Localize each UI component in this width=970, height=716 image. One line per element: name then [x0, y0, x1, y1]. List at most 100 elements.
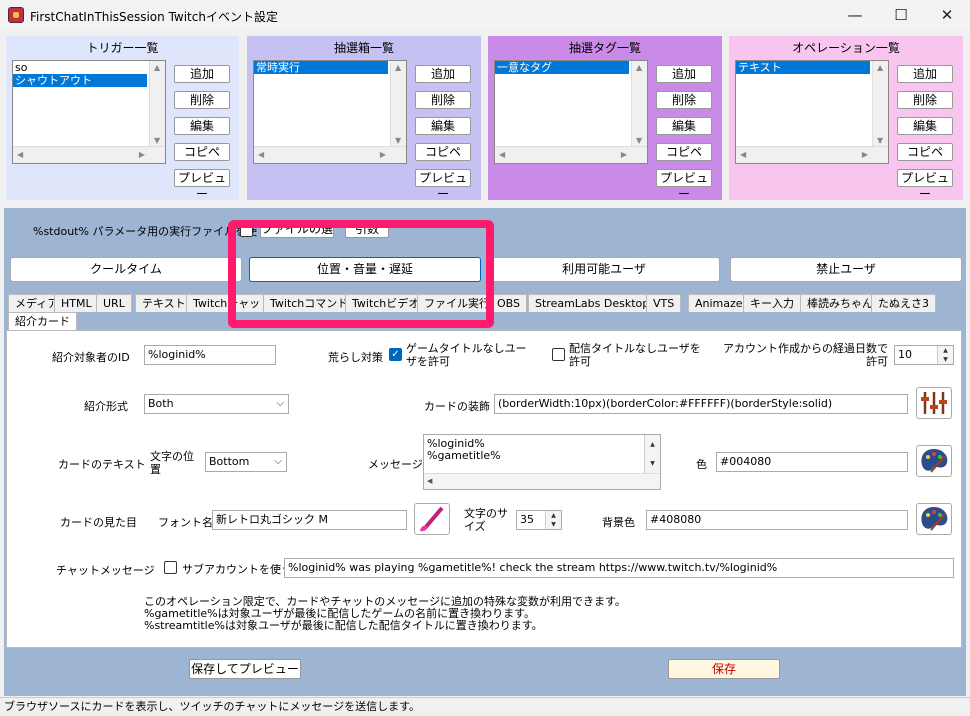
- delete-button[interactable]: 削除: [174, 91, 230, 109]
- panel-title: 抽選タグ一覧: [568, 41, 641, 55]
- color-picker-button[interactable]: [916, 445, 952, 477]
- font-size-label: 文字のサイズ: [464, 507, 508, 533]
- tab-12[interactable]: キー入力: [743, 294, 801, 312]
- no-stream-title-checkbox[interactable]: [552, 348, 565, 361]
- save-button[interactable]: 保存: [668, 659, 780, 679]
- preview-button[interactable]: プレビュー: [174, 169, 230, 201]
- troll-label: 荒らし対策: [328, 351, 383, 364]
- text-position-dropdown[interactable]: Bottom ⌵: [205, 452, 287, 472]
- copy-button[interactable]: コピペ: [174, 143, 230, 161]
- account-age-label: アカウント作成からの経過日数で許可: [723, 342, 888, 368]
- panel-3: オペレーション一覧 テキスト ▲ ▼ ◀ ▶ 追加 削除 編集 コピペ プレビュー: [729, 36, 963, 201]
- tab-intro-card[interactable]: 紹介カード: [8, 312, 77, 331]
- color-input[interactable]: #004080: [716, 452, 908, 472]
- save-preview-button[interactable]: 保存してプレビュー: [189, 659, 301, 679]
- tab-2[interactable]: URL: [96, 294, 132, 312]
- add-button[interactable]: 追加: [174, 65, 230, 83]
- chat-message-input[interactable]: %loginid% was playing %gametitle%! check…: [284, 558, 954, 578]
- scroll-right-icon: ▶: [861, 150, 868, 159]
- copy-button[interactable]: コピペ: [415, 143, 471, 161]
- format-dropdown[interactable]: Both ⌵: [144, 394, 289, 414]
- tab-10[interactable]: VTS: [646, 294, 682, 312]
- vertical-scrollbar[interactable]: ▲ ▼: [631, 61, 647, 147]
- vertical-scrollbar[interactable]: ▲ ▼: [872, 61, 888, 147]
- available-users-button[interactable]: 利用可能ユーザ: [488, 257, 720, 282]
- tab-8[interactable]: OBS: [490, 294, 527, 312]
- status-bar: ブラウザソースにカードを表示し、ツイッチのチャットにメッセージを送信します。: [0, 697, 970, 716]
- tab-3[interactable]: テキスト: [135, 294, 193, 312]
- bg-color-label: 背景色: [602, 516, 635, 529]
- copy-button[interactable]: コピペ: [897, 143, 953, 161]
- tab-9[interactable]: StreamLabs Desktop: [528, 294, 657, 312]
- font-size-input[interactable]: 35 ▲ ▼: [516, 510, 562, 530]
- list-item[interactable]: 常時実行: [254, 61, 388, 74]
- card-look-label: カードの見た目: [60, 516, 137, 529]
- chat-label: チャットメッセージ: [56, 564, 155, 577]
- maximize-button[interactable]: ☐: [878, 0, 924, 30]
- tab-13[interactable]: 棒読みちゃん: [800, 294, 880, 312]
- color-label: 色: [696, 458, 707, 471]
- delete-button[interactable]: 削除: [897, 91, 953, 109]
- decoration-settings-button[interactable]: [916, 387, 952, 419]
- horizontal-scrollbar[interactable]: ◀ ▶: [254, 146, 406, 163]
- list-item[interactable]: so: [13, 61, 147, 74]
- preview-button[interactable]: プレビュー: [415, 169, 471, 201]
- edit-button[interactable]: 編集: [897, 117, 953, 135]
- window-title: FirstChatInThisSession Twitchイベント設定: [30, 10, 278, 24]
- tab-14[interactable]: たぬえさ3: [871, 294, 936, 312]
- panel-listbox[interactable]: 常時実行 ▲ ▼ ◀ ▶: [253, 60, 407, 164]
- account-age-input[interactable]: 10 ▲ ▼: [894, 345, 954, 365]
- sub-account-checkbox[interactable]: [164, 561, 177, 574]
- list-item[interactable]: テキスト: [736, 61, 870, 74]
- message-scrollbar[interactable]: ▲ ▼: [644, 435, 660, 473]
- tab-1[interactable]: HTML: [54, 294, 99, 312]
- preview-button[interactable]: プレビュー: [656, 169, 712, 201]
- bg-color-picker-button[interactable]: [916, 503, 952, 535]
- list-item[interactable]: 一意なタグ: [495, 61, 629, 74]
- message-textarea[interactable]: %loginid% %gametitle% ▲ ▼ ◀: [423, 434, 661, 490]
- panel-listbox[interactable]: so シャウトアウト ▲ ▼ ◀ ▶: [12, 60, 166, 164]
- add-button[interactable]: 追加: [415, 65, 471, 83]
- banned-users-button[interactable]: 禁止ユーザ: [730, 257, 962, 282]
- font-size-spinner[interactable]: ▲ ▼: [545, 511, 561, 529]
- horizontal-scrollbar[interactable]: ◀ ▶: [13, 146, 165, 163]
- delete-button[interactable]: 削除: [656, 91, 712, 109]
- message-hscrollbar[interactable]: ◀: [424, 473, 660, 489]
- format-label: 紹介形式: [84, 400, 128, 413]
- minimize-button[interactable]: —: [832, 0, 878, 30]
- decoration-input[interactable]: (borderWidth:10px)(borderColor:#FFFFFF)(…: [494, 394, 908, 414]
- palette-icon: [921, 507, 948, 531]
- horizontal-scrollbar[interactable]: ◀ ▶: [495, 146, 647, 163]
- target-id-input[interactable]: %loginid%: [144, 345, 276, 365]
- edit-button[interactable]: 編集: [174, 117, 230, 135]
- delete-button[interactable]: 削除: [415, 91, 471, 109]
- font-name-input[interactable]: 新レトロ丸ゴシック M: [212, 510, 407, 530]
- list-item[interactable]: シャウトアウト: [13, 74, 147, 87]
- panel-listbox[interactable]: テキスト ▲ ▼ ◀ ▶: [735, 60, 889, 164]
- scroll-up-icon: ▲: [877, 63, 884, 72]
- add-button[interactable]: 追加: [897, 65, 953, 83]
- panel-2: 抽選タグ一覧一意なタグ ▲ ▼ ◀ ▶ 追加削除編集コピペプレビュー: [488, 36, 722, 201]
- card-text-label: カードのテキスト: [58, 458, 146, 471]
- stdout-label: %stdout% パラメータ用の実行ファイルを使: [33, 225, 258, 238]
- no-game-title-label: ゲームタイトルなしユーザを許可: [406, 342, 527, 368]
- scroll-right-icon: ▶: [620, 150, 627, 159]
- preview-button[interactable]: プレビュー: [897, 169, 953, 201]
- font-picker-button[interactable]: [414, 503, 450, 535]
- no-game-title-checkbox[interactable]: ✓: [389, 348, 402, 361]
- close-button[interactable]: ✕: [924, 0, 970, 30]
- text-position-value: Bottom: [209, 455, 250, 468]
- cooltime-button[interactable]: クールタイム: [10, 257, 242, 282]
- tab-11[interactable]: Animaze: [688, 294, 750, 312]
- panel-listbox[interactable]: 一意なタグ ▲ ▼ ◀ ▶: [494, 60, 648, 164]
- edit-button[interactable]: 編集: [415, 117, 471, 135]
- edit-button[interactable]: 編集: [656, 117, 712, 135]
- chevron-down-icon: ⌵: [274, 456, 282, 467]
- horizontal-scrollbar[interactable]: ◀ ▶: [736, 146, 888, 163]
- vertical-scrollbar[interactable]: ▲ ▼: [390, 61, 406, 147]
- copy-button[interactable]: コピペ: [656, 143, 712, 161]
- bg-color-input[interactable]: #408080: [646, 510, 908, 530]
- vertical-scrollbar[interactable]: ▲ ▼: [149, 61, 165, 147]
- add-button[interactable]: 追加: [656, 65, 712, 83]
- account-age-spinner[interactable]: ▲ ▼: [937, 346, 953, 364]
